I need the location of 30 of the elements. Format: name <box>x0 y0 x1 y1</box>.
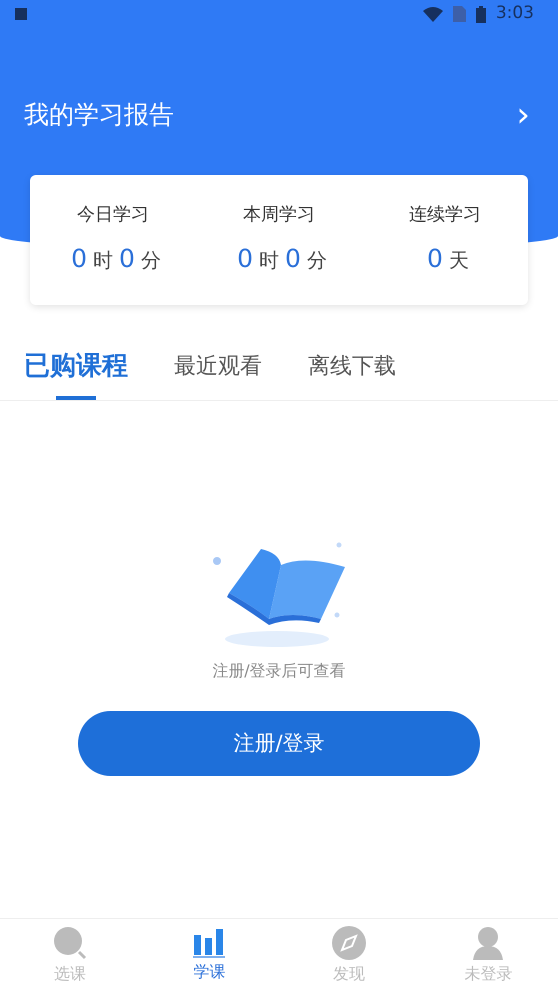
tab[interactable]: 最近观看 <box>174 347 262 400</box>
stat-unit: 时 <box>93 247 113 274</box>
stat-label: 连续学习 <box>409 203 481 227</box>
stat-label: 本周学习 <box>243 203 315 227</box>
login-button[interactable]: 注册/登录 <box>78 711 480 776</box>
nav-item[interactable]: 学课 <box>140 919 279 992</box>
notification-icon <box>15 8 27 20</box>
stat-label: 今日学习 <box>77 203 149 227</box>
search-icon <box>52 926 87 960</box>
stat-value: 0 <box>285 243 301 275</box>
stat-value: 0 <box>427 243 443 275</box>
stat-unit: 分 <box>306 247 327 274</box>
stat-value: 0 <box>119 243 135 275</box>
report-title: 我的学习报告 <box>24 99 174 131</box>
battery-icon <box>476 6 486 22</box>
stat-unit: 时 <box>259 247 279 274</box>
bar-chart-icon <box>193 928 226 958</box>
stat-unit: 分 <box>140 247 161 274</box>
no-sim-icon <box>452 6 466 22</box>
stat-value: 0 <box>237 243 253 275</box>
empty-message: 注册/登录后可查看 <box>212 660 346 682</box>
tab[interactable]: 离线下载 <box>308 347 396 400</box>
tab[interactable]: 已购课程 <box>24 347 128 400</box>
stat-value: 0 <box>71 243 87 275</box>
stat-unit: 天 <box>448 247 469 274</box>
compass-icon <box>332 926 366 960</box>
status-time: 3:03 <box>496 2 534 26</box>
chevron-button[interactable]: › <box>512 98 534 132</box>
wifi-icon <box>422 6 443 22</box>
person-icon <box>471 926 506 960</box>
